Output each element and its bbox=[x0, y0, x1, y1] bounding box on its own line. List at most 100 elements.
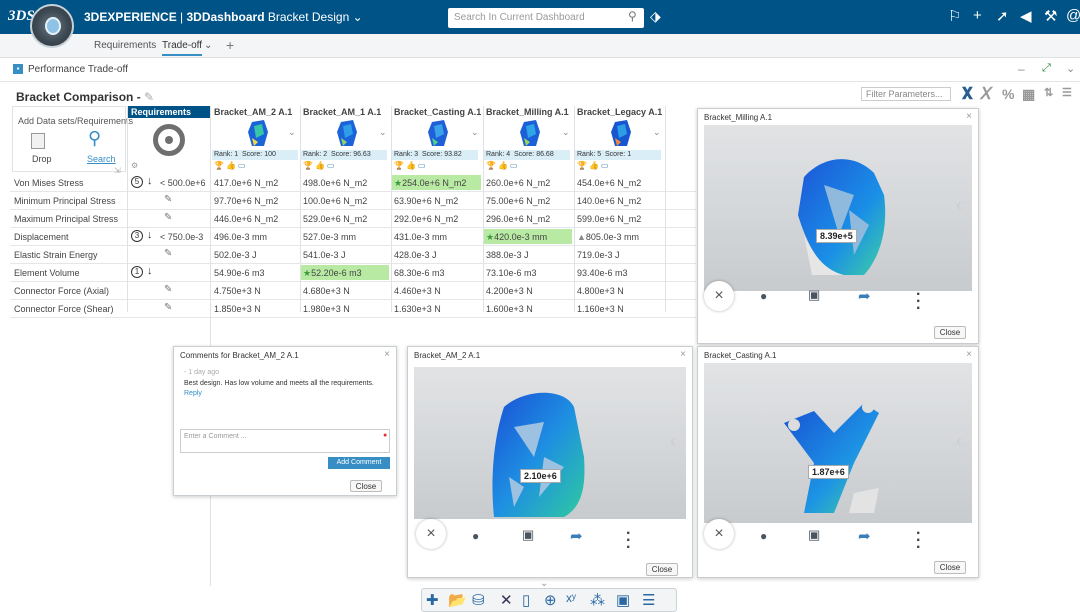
reply-link[interactable]: Reply bbox=[184, 390, 202, 397]
value-cell[interactable]: ★52.20e-6 m3 bbox=[301, 265, 389, 280]
value-cell[interactable]: ▲805.0e-3 mm bbox=[575, 229, 663, 244]
edit-title-icon[interactable]: ✎ bbox=[144, 90, 154, 104]
search-input[interactable]: Search In Current Dashboard bbox=[448, 8, 644, 28]
chevron-down-icon[interactable]: ⌄ bbox=[353, 10, 363, 24]
minimize-icon[interactable]: – bbox=[1018, 62, 1025, 76]
value-cell[interactable]: 541.0e-3 J bbox=[301, 247, 389, 262]
viewer-close-button[interactable]: Close bbox=[934, 561, 966, 574]
column-tools-icon[interactable]: 🏆👍▭ bbox=[394, 161, 427, 170]
column-tools-icon[interactable]: 🏆👍▭ bbox=[577, 161, 610, 170]
bracket-thumbnail[interactable] bbox=[335, 118, 359, 148]
tab-menu-chevron-icon[interactable]: ⌄ bbox=[204, 40, 212, 51]
search-icon[interactable]: ⚲ bbox=[628, 9, 637, 23]
value-cell[interactable]: 97.70e+6 N_m2 bbox=[212, 193, 298, 208]
requirement-value[interactable]: < 500.0e+6 bbox=[160, 178, 210, 188]
value-cell[interactable]: 75.00e+6 N_m2 bbox=[484, 193, 572, 208]
share-icon[interactable]: ➚ bbox=[996, 7, 1009, 25]
bracket-thumbnail[interactable] bbox=[426, 118, 450, 148]
share-arrow-icon[interactable]: ➦ bbox=[858, 287, 871, 305]
record-icon[interactable]: ● bbox=[760, 529, 767, 543]
close-icon[interactable]: × bbox=[680, 349, 686, 360]
compass-icon[interactable] bbox=[30, 4, 74, 48]
value-cell[interactable]: 529.0e+6 N_m2 bbox=[301, 211, 389, 226]
record-icon[interactable]: ● bbox=[760, 289, 767, 303]
document-icon[interactable]: ▯ bbox=[522, 591, 530, 609]
column-menu-chevron-icon[interactable]: ⌄ bbox=[379, 127, 387, 138]
value-cell[interactable]: 54.90e-6 m3 bbox=[212, 265, 298, 280]
edit-requirement-icon[interactable]: ✎ bbox=[164, 248, 172, 259]
parameter-name[interactable]: Connector Force (Axial) bbox=[14, 286, 109, 296]
parameter-name[interactable]: Von Mises Stress bbox=[14, 178, 84, 188]
value-cell[interactable]: 68.30e-6 m3 bbox=[392, 265, 481, 280]
toolbar-collapse-icon[interactable]: ⌄ bbox=[540, 578, 548, 589]
search-icon[interactable]: ⚲ bbox=[88, 128, 101, 149]
value-cell[interactable]: 292.0e+6 N_m2 bbox=[392, 211, 481, 226]
tools-icon[interactable]: ⚒ bbox=[1044, 7, 1057, 25]
value-cell[interactable]: 296.0e+6 N_m2 bbox=[484, 211, 572, 226]
tab-requirements[interactable]: Requirements bbox=[94, 40, 156, 51]
priority-badge[interactable]: 1 bbox=[131, 266, 143, 278]
value-cell[interactable]: 388.0e-3 J bbox=[484, 247, 572, 262]
parameter-name[interactable]: Minimum Principal Stress bbox=[14, 196, 116, 206]
zoom-icon[interactable]: ⊕ bbox=[544, 591, 557, 609]
3d-viewport[interactable] bbox=[704, 363, 972, 523]
share-arrow-icon[interactable]: ➦ bbox=[858, 527, 871, 545]
column-tools-icon[interactable]: 🏆👍▭ bbox=[214, 161, 247, 170]
section-menu-icon[interactable]: ⌄ bbox=[1066, 62, 1075, 75]
tab-trade-off[interactable]: Trade-off bbox=[162, 40, 203, 56]
value-cell[interactable]: 446.0e+6 N_m2 bbox=[212, 211, 298, 226]
value-cell[interactable]: 140.0e+6 N_m2 bbox=[575, 193, 663, 208]
minimize-arrow-icon[interactable]: ↓ bbox=[147, 175, 153, 187]
more-options-icon[interactable]: · · · bbox=[626, 526, 631, 556]
column-menu-chevron-icon[interactable]: ⌄ bbox=[288, 127, 296, 138]
bracket-thumbnail[interactable] bbox=[246, 118, 270, 148]
delete-icon[interactable]: ✕ bbox=[500, 591, 513, 609]
drop-label[interactable]: Drop bbox=[32, 154, 52, 164]
columns-icon[interactable]: ☰ bbox=[1062, 86, 1072, 99]
priority-badge[interactable]: 3 bbox=[131, 230, 143, 242]
more-options-icon[interactable]: · · · bbox=[916, 526, 921, 556]
excel-x-icon[interactable]: 𝐗 bbox=[962, 86, 973, 104]
comments-close-button[interactable]: Close bbox=[350, 480, 382, 492]
view-cube-icon[interactable]: ▣ bbox=[522, 527, 534, 543]
compass-user-icon[interactable]: ⚐ bbox=[948, 7, 961, 25]
value-cell[interactable]: 4.200e+3 N bbox=[484, 283, 572, 298]
app-title[interactable]: 3DEXPERIENCE | 3DDashboard Bracket Desig… bbox=[84, 10, 363, 24]
parameter-name[interactable]: Elastic Strain Energy bbox=[14, 250, 98, 260]
clear-icon[interactable]: 𝑋 bbox=[980, 86, 992, 104]
requirement-value[interactable]: < 750.0e-3 bbox=[160, 232, 210, 242]
column-tools-icon[interactable]: 🏆👍▭ bbox=[486, 161, 519, 170]
camera-icon[interactable]: ▣ bbox=[616, 591, 630, 609]
grid-view-icon[interactable]: ▦ bbox=[1022, 86, 1035, 103]
database-icon[interactable]: ⛁ bbox=[472, 591, 485, 609]
value-cell[interactable]: ★254.0e+6 N_m2 bbox=[392, 175, 481, 190]
close-view-icon[interactable]: × bbox=[704, 281, 734, 311]
record-icon[interactable]: ● bbox=[472, 529, 479, 543]
parameter-name[interactable]: Element Volume bbox=[14, 268, 80, 278]
value-cell[interactable]: ★420.0e-3 mm bbox=[484, 229, 572, 244]
value-cell[interactable]: 498.0e+6 N_m2 bbox=[301, 175, 389, 190]
open-folder-icon[interactable]: 📂 bbox=[448, 591, 467, 609]
close-icon[interactable]: × bbox=[384, 349, 390, 360]
close-icon[interactable]: × bbox=[966, 111, 972, 122]
viewer-close-button[interactable]: Close bbox=[934, 326, 966, 339]
value-cell[interactable]: 73.10e-6 m3 bbox=[484, 265, 572, 280]
edit-requirement-icon[interactable]: ✎ bbox=[164, 302, 172, 313]
add-icon[interactable]: + bbox=[973, 7, 982, 24]
expand-icon[interactable]: ⤢ bbox=[1042, 62, 1051, 75]
value-cell[interactable]: 719.0e-3 J bbox=[575, 247, 663, 262]
value-cell[interactable]: 63.90e+6 N_m2 bbox=[392, 193, 481, 208]
bracket-thumbnail[interactable] bbox=[518, 118, 542, 148]
column-menu-chevron-icon[interactable]: ⌄ bbox=[471, 127, 479, 138]
value-cell[interactable]: 1.980e+3 N bbox=[301, 301, 389, 316]
value-cell[interactable]: 454.0e+6 N_m2 bbox=[575, 175, 663, 190]
add-icon[interactable]: ✚ bbox=[426, 591, 439, 609]
more-options-icon[interactable]: · · · bbox=[916, 287, 921, 317]
3d-viewport[interactable] bbox=[414, 367, 686, 519]
edit-requirement-icon[interactable]: ✎ bbox=[164, 194, 172, 205]
value-cell[interactable]: 1.160e+3 N bbox=[575, 301, 663, 316]
variables-icon[interactable]: xʸ bbox=[566, 591, 576, 605]
value-cell[interactable]: 417.0e+6 N_m2 bbox=[212, 175, 298, 190]
priority-badge[interactable]: 5 bbox=[131, 176, 143, 188]
value-cell[interactable]: 4.800e+3 N bbox=[575, 283, 663, 298]
